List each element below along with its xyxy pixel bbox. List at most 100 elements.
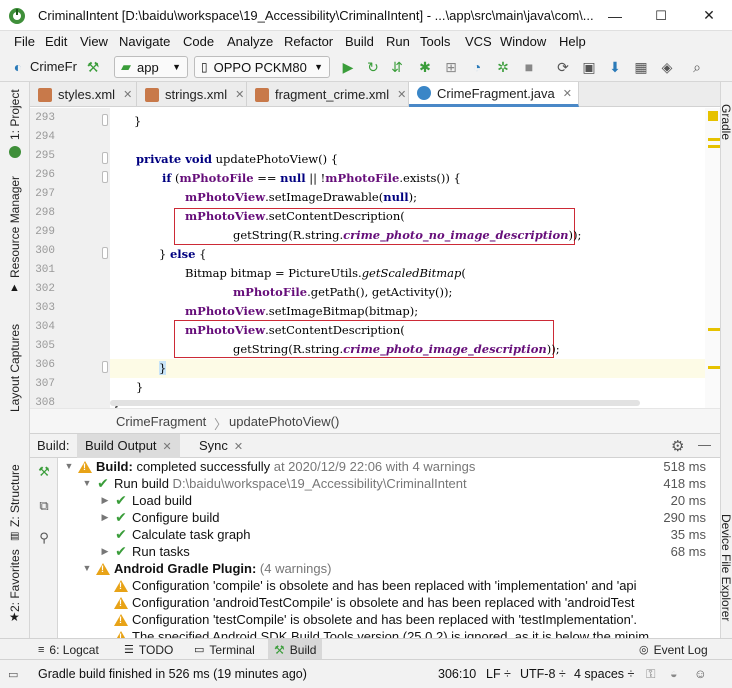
menu-build[interactable]: Build [345,34,374,49]
caret-position[interactable]: 306:10 [438,667,476,681]
search-icon[interactable]: ⌕ [688,58,706,76]
sdk-manager-icon[interactable]: ⬇ [606,58,624,76]
build-tree-row[interactable]: ▼ ✔ Run build D:\baidu\workspace\19_Access… [58,475,720,492]
debug-icon[interactable]: ✱ [416,58,434,76]
collapsed-arrow-icon[interactable]: ▶ [100,492,110,509]
device-select[interactable]: ▯ OPPO PCKM80 ▼ [194,56,330,78]
fold-marker-icon[interactable] [102,152,108,164]
gear-icon[interactable]: ⚙ [671,437,684,455]
build-tree-row[interactable]: ▶ ✔ Load build 20 ms [58,492,720,509]
build-tree-row[interactable]: Configuration 'compile' is obsolete and … [58,577,720,594]
minimize-button[interactable]: — [592,0,638,31]
expanded-arrow-icon[interactable]: ▼ [82,475,92,492]
menu-view[interactable]: View [80,34,108,49]
tab-strings-xml[interactable]: strings.xml ✕ [137,82,247,107]
menu-tools[interactable]: Tools [420,34,450,49]
fold-marker-icon[interactable] [102,247,108,259]
warning-marker[interactable] [708,366,720,369]
fold-marker-icon[interactable] [102,361,108,373]
device-file-explorer-tab[interactable]: Device File Explorer [719,514,732,621]
tab-fragment-crime-xml[interactable]: fragment_crime.xml ✕ [247,82,409,107]
favorites-tab[interactable]: 2: Favorites [8,549,22,612]
close-icon[interactable]: ✕ [235,88,244,101]
run-icon[interactable]: ▶ [339,58,357,76]
horizontal-scrollbar[interactable] [110,400,640,406]
menu-file[interactable]: File [14,34,35,49]
avd-manager-icon[interactable]: ▣ [580,58,598,76]
tab-sync[interactable]: Sync ✕ [191,434,251,458]
close-icon[interactable]: ✕ [397,88,406,101]
build-tree-row[interactable]: Configuration 'androidTestCompile' is ob… [58,594,720,611]
run-config-select[interactable]: ▰ app ▼ [114,56,188,78]
project-panel-tab[interactable]: 1: Project [8,89,22,140]
collapsed-arrow-icon[interactable]: ▶ [100,509,110,526]
structure-tab[interactable]: Z: Structure [8,464,22,527]
menu-navigate[interactable]: Navigate [119,34,170,49]
inspection-status-icon[interactable] [708,111,718,121]
profile-icon[interactable]: ◔ [468,58,486,76]
menu-code[interactable]: Code [183,34,214,49]
tab-event-log[interactable]: ◎ Event Log [639,639,708,660]
menu-window[interactable]: Window [500,34,546,49]
layout-captures-tab[interactable]: Layout Captures [8,324,22,412]
build-tree-row[interactable]: The specified Android SDK Build Tools ve… [58,628,720,638]
sync-gradle-icon[interactable]: ⟳ [554,58,572,76]
git-icon[interactable]: ◒ [670,667,678,681]
resource-icon[interactable]: ◈ [658,58,676,76]
warning-marker[interactable] [708,328,720,331]
code-editor[interactable]: } private void updatePhotoView() { if (m… [110,108,705,408]
project-name[interactable]: CrimeFr [30,59,77,74]
apply-changes-icon[interactable]: ↻ [364,58,382,76]
gradle-tab[interactable]: Gradle [719,104,732,140]
toggle-view-icon[interactable]: ⧉ [36,498,52,514]
menu-edit[interactable]: Edit [45,34,67,49]
menu-analyze[interactable]: Analyze [227,34,273,49]
resource-manager-tab[interactable]: Resource Manager [8,176,22,278]
tab-build-output[interactable]: Build Output ✕ [77,434,180,458]
build-tree-row[interactable]: ▶ ✔ Configure build 290 ms [58,509,720,526]
stop-icon[interactable]: ■ [520,58,538,76]
expanded-arrow-icon[interactable]: ▼ [82,560,92,577]
bug-icon[interactable]: ✲ [494,58,512,76]
tab-crimefragment-java[interactable]: CrimeFragment.java ✕ [409,82,579,107]
indent-setting[interactable]: 4 spaces ÷ [574,667,634,681]
tab-todo[interactable]: ☰ TODO [124,639,173,660]
menu-run[interactable]: Run [386,34,410,49]
menu-vcs[interactable]: VCS [465,34,492,49]
build-tree-row[interactable]: Configuration 'testCompile' is obsolete … [58,611,720,628]
build-tree-row[interactable]: ✔ Calculate task graph 35 ms [58,526,720,543]
hector-icon[interactable]: ☺ [694,667,707,681]
hide-panel-icon[interactable]: — [698,437,711,452]
collapsed-arrow-icon[interactable]: ▶ [100,543,110,560]
hammer-icon[interactable]: ⚒ [84,58,102,76]
layout-inspector-icon[interactable]: ▦ [632,58,650,76]
fold-marker-icon[interactable] [102,114,108,126]
warning-marker[interactable] [708,138,720,141]
fold-marker-icon[interactable] [102,171,108,183]
attach-debugger-icon[interactable]: ⊞ [442,58,460,76]
file-encoding[interactable]: UTF-8 ÷ [520,667,566,681]
build-tree-row[interactable]: ▶ ✔ Run tasks 68 ms [58,543,720,560]
line-separator[interactable]: LF ÷ [486,667,511,681]
hammer-icon[interactable]: ⚒ [36,464,52,480]
tab-styles-xml[interactable]: styles.xml ✕ [30,82,137,107]
menu-refactor[interactable]: Refactor [284,34,333,49]
tab-terminal[interactable]: ▭ Terminal [194,639,255,660]
build-tree-row[interactable]: ▼ Android Gradle Plugin: (4 warnings) [58,560,720,577]
apply-code-changes-icon[interactable]: ⇵ [388,58,406,76]
close-icon[interactable]: ✕ [123,88,132,101]
expanded-arrow-icon[interactable]: ▼ [64,458,74,475]
breadcrumb-class[interactable]: CrimeFragment [116,414,206,429]
maximize-button[interactable]: ☐ [638,0,684,31]
pin-icon[interactable]: ⚲ [36,530,52,546]
tab-logcat[interactable]: ≡ 6: Logcat [38,639,99,660]
close-button[interactable]: ✕ [686,0,732,31]
close-icon[interactable]: ✕ [563,87,572,100]
breadcrumb-method[interactable]: updatePhotoView() [229,414,339,429]
panel-toggle-icon[interactable]: ▭ [8,668,18,681]
tab-build[interactable]: ⚒ Build [268,639,323,660]
build-tree-row[interactable]: ▼ Build: completed successfully at 2020/1… [58,458,720,475]
menu-help[interactable]: Help [559,34,586,49]
warning-marker[interactable] [708,145,720,148]
lock-icon[interactable]: ⚿ [646,667,656,682]
